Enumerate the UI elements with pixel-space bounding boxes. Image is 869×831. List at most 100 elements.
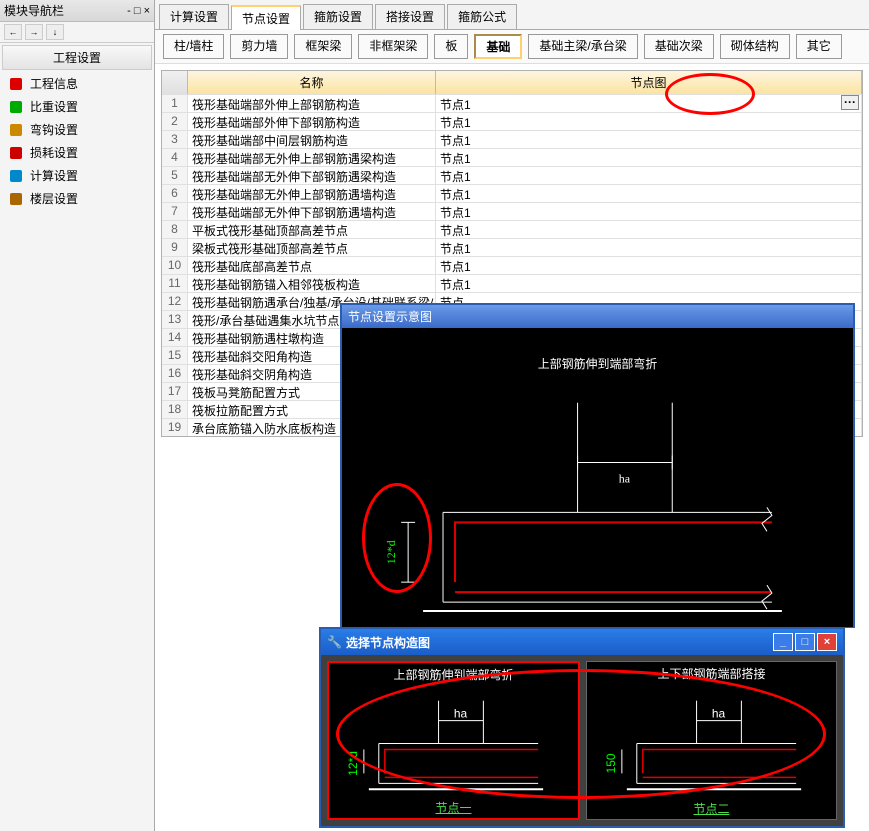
node-option[interactable]: 上下部钢筋端部搭接 ha 150 节点二 bbox=[586, 661, 837, 820]
nav-icon bbox=[8, 99, 24, 115]
grid-header-name: 名称 bbox=[188, 71, 436, 94]
row-index: 17 bbox=[162, 383, 188, 400]
nav-icon bbox=[8, 122, 24, 138]
row-index: 3 bbox=[162, 131, 188, 148]
row-name: 筏形基础端部中间层钢筋构造 bbox=[188, 131, 436, 148]
subtab[interactable]: 柱/墙柱 bbox=[163, 34, 224, 59]
row-node: 节点1··· bbox=[436, 95, 862, 112]
grid-row[interactable]: 10筏形基础底部高差节点节点1 bbox=[162, 256, 862, 274]
row-node: 节点1 bbox=[436, 257, 862, 274]
row-index: 5 bbox=[162, 167, 188, 184]
subtab[interactable]: 剪力墙 bbox=[230, 34, 288, 59]
row-index: 11 bbox=[162, 275, 188, 292]
dialog-titlebar: 🔧 选择节点构造图 _ □ × bbox=[321, 629, 843, 655]
nav-item[interactable]: 工程信息 bbox=[0, 72, 154, 95]
subtab[interactable]: 砌体结构 bbox=[720, 34, 790, 59]
preview-canvas: 上部钢筋伸到端部弯折 ha 12*d bbox=[342, 328, 853, 627]
sidebar: 模块导航栏 - □ × ← → ↓ 工程设置 工程信息比重设置弯钩设置损耗设置计… bbox=[0, 0, 155, 831]
row-node: 节点1 bbox=[436, 149, 862, 166]
row-node: 节点1 bbox=[436, 167, 862, 184]
nav-item[interactable]: 比重设置 bbox=[0, 95, 154, 118]
grid-row[interactable]: 8平板式筏形基础顶部高差节点节点1 bbox=[162, 220, 862, 238]
row-name: 梁板式筏形基础顶部高差节点 bbox=[188, 239, 436, 256]
nav-item[interactable]: 计算设置 bbox=[0, 164, 154, 187]
nav-label: 计算设置 bbox=[30, 167, 78, 184]
dropdown-button[interactable]: ↓ bbox=[46, 24, 64, 40]
svg-text:12*d: 12*d bbox=[346, 751, 360, 776]
tab[interactable]: 节点设置 bbox=[231, 5, 301, 30]
maximize-button[interactable]: □ bbox=[795, 633, 815, 651]
row-node: 节点1 bbox=[436, 113, 862, 130]
grid-row[interactable]: 5筏形基础端部无外伸下部钢筋遇梁构造节点1 bbox=[162, 166, 862, 184]
subtab[interactable]: 板 bbox=[434, 34, 468, 59]
svg-text:ha: ha bbox=[712, 707, 726, 721]
nav-icon bbox=[8, 145, 24, 161]
node-option[interactable]: 上部钢筋伸到端部弯折 ha 12*d 节点一 bbox=[327, 661, 580, 820]
grid-row[interactable]: 7筏形基础端部无外伸下部钢筋遇墙构造节点1 bbox=[162, 202, 862, 220]
row-name: 筏形基础端部无外伸下部钢筋遇墙构造 bbox=[188, 203, 436, 220]
grid-row[interactable]: 4筏形基础端部无外伸上部钢筋遇梁构造节点1 bbox=[162, 148, 862, 166]
row-node: 节点1 bbox=[436, 203, 862, 220]
subtab[interactable]: 基础 bbox=[474, 34, 522, 59]
row-index: 8 bbox=[162, 221, 188, 238]
grid-header-index bbox=[162, 71, 188, 94]
sidebar-title-text: 模块导航栏 bbox=[4, 2, 64, 19]
grid-row[interactable]: 1筏形基础端部外伸上部钢筋构造节点1··· bbox=[162, 94, 862, 112]
row-index: 19 bbox=[162, 419, 188, 436]
row-index: 18 bbox=[162, 401, 188, 418]
close-button[interactable]: × bbox=[817, 633, 837, 651]
row-index: 15 bbox=[162, 347, 188, 364]
subtab[interactable]: 其它 bbox=[796, 34, 842, 59]
row-index: 9 bbox=[162, 239, 188, 256]
dialog-title-text: 选择节点构造图 bbox=[346, 634, 430, 651]
grid-row[interactable]: 9梁板式筏形基础顶部高差节点节点1 bbox=[162, 238, 862, 256]
tab[interactable]: 搭接设置 bbox=[375, 4, 445, 29]
nav-item[interactable]: 楼层设置 bbox=[0, 187, 154, 210]
tab[interactable]: 计算设置 bbox=[159, 4, 229, 29]
row-name: 平板式筏形基础顶部高差节点 bbox=[188, 221, 436, 238]
preview-title: 节点设置示意图 bbox=[342, 305, 853, 328]
nav-icon bbox=[8, 168, 24, 184]
nav-item[interactable]: 弯钩设置 bbox=[0, 118, 154, 141]
subtab[interactable]: 框架梁 bbox=[294, 34, 352, 59]
preview-caption: 上部钢筋伸到端部弯折 bbox=[538, 356, 658, 371]
row-name: 筏形基础端部无外伸上部钢筋遇梁构造 bbox=[188, 149, 436, 166]
tab[interactable]: 箍筋设置 bbox=[303, 4, 373, 29]
sidebar-controls[interactable]: - □ × bbox=[127, 5, 150, 17]
tabs-row1: 计算设置节点设置箍筋设置搭接设置箍筋公式 bbox=[155, 0, 869, 30]
nav-item[interactable]: 损耗设置 bbox=[0, 141, 154, 164]
svg-text:ha: ha bbox=[454, 707, 468, 721]
row-name: 筏形基础钢筋锚入相邻筏板构造 bbox=[188, 275, 436, 292]
grid-row[interactable]: 2筏形基础端部外伸下部钢筋构造节点1 bbox=[162, 112, 862, 130]
row-name: 筏形基础底部高差节点 bbox=[188, 257, 436, 274]
back-button[interactable]: ← bbox=[4, 24, 22, 40]
option-link[interactable]: 节点一 bbox=[329, 799, 578, 816]
subtab[interactable]: 非框架梁 bbox=[358, 34, 428, 59]
option-caption: 上部钢筋伸到端部弯折 bbox=[329, 666, 578, 683]
row-index: 12 bbox=[162, 293, 188, 310]
minimize-button[interactable]: _ bbox=[773, 633, 793, 651]
nav-label: 工程信息 bbox=[30, 75, 78, 92]
option-link[interactable]: 节点二 bbox=[587, 800, 836, 817]
dialog-icon: 🔧 bbox=[327, 635, 342, 649]
sidebar-section-label: 工程设置 bbox=[2, 45, 152, 70]
grid-row[interactable]: 3筏形基础端部中间层钢筋构造节点1 bbox=[162, 130, 862, 148]
row-name: 筏形基础端部无外伸下部钢筋遇梁构造 bbox=[188, 167, 436, 184]
tabs-row2: 柱/墙柱剪力墙框架梁非框架梁板基础基础主梁/承台梁基础次梁砌体结构其它 bbox=[155, 30, 869, 64]
ellipsis-button[interactable]: ··· bbox=[841, 95, 859, 110]
row-index: 14 bbox=[162, 329, 188, 346]
forward-button[interactable]: → bbox=[25, 24, 43, 40]
subtab[interactable]: 基础次梁 bbox=[644, 34, 714, 59]
preview-window: 节点设置示意图 上部钢筋伸到端部弯折 ha 12*d bbox=[340, 303, 855, 628]
row-index: 2 bbox=[162, 113, 188, 130]
tab[interactable]: 箍筋公式 bbox=[447, 4, 517, 29]
option-caption: 上下部钢筋端部搭接 bbox=[587, 665, 836, 682]
row-node: 节点1 bbox=[436, 131, 862, 148]
dialog-body: 上部钢筋伸到端部弯折 ha 12*d 节点一 上下部钢筋端部搭接 bbox=[321, 655, 843, 826]
grid-row[interactable]: 11筏形基础钢筋锚入相邻筏板构造节点1 bbox=[162, 274, 862, 292]
subtab[interactable]: 基础主梁/承台梁 bbox=[528, 34, 637, 59]
sidebar-toolbar: ← → ↓ bbox=[0, 22, 154, 43]
row-name: 筏形基础端部外伸上部钢筋构造 bbox=[188, 95, 436, 112]
row-node: 节点1 bbox=[436, 185, 862, 202]
grid-row[interactable]: 6筏形基础端部无外伸上部钢筋遇墙构造节点1 bbox=[162, 184, 862, 202]
